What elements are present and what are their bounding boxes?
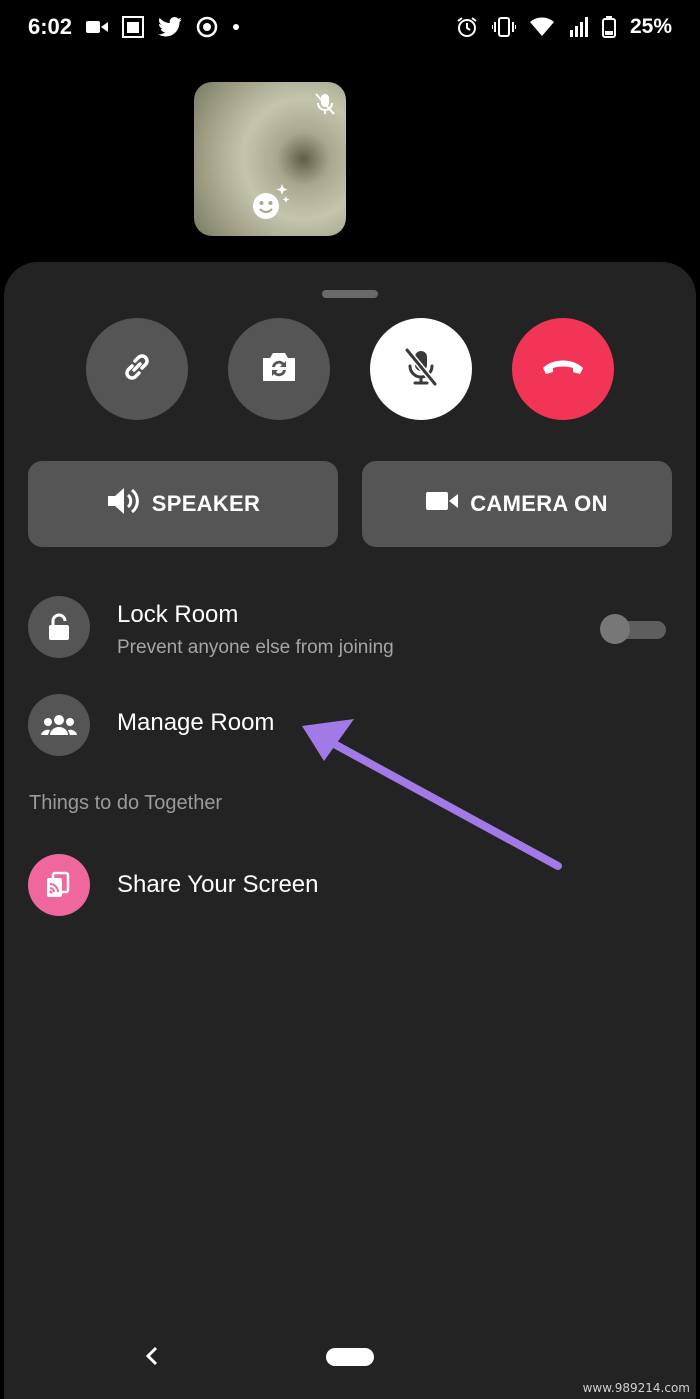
wifi-icon — [529, 17, 554, 37]
photo-icon — [122, 16, 145, 38]
video-icon — [86, 19, 109, 35]
watermark: www.989214.com — [582, 1381, 690, 1395]
lock-icon — [28, 596, 90, 658]
lock-room-subtitle: Prevent anyone else from joining — [117, 637, 394, 658]
dot-icon — [232, 23, 240, 31]
sheet-drag-handle[interactable] — [322, 290, 378, 298]
invite-link-button[interactable] — [86, 318, 188, 420]
self-video-preview[interactable] — [194, 82, 346, 236]
battery-icon — [601, 16, 616, 38]
camera-toggle-button[interactable]: CAMERA ON — [362, 461, 672, 547]
nav-back-icon[interactable] — [138, 1342, 166, 1375]
lock-room-toggle[interactable] — [600, 614, 668, 644]
flip-camera-icon — [259, 349, 299, 390]
manage-room-row[interactable]: Manage Room — [4, 694, 696, 756]
nav-home-pill[interactable] — [326, 1348, 374, 1366]
lock-room-title: Lock Room — [117, 601, 239, 628]
section-header: Things to do Together — [29, 792, 223, 814]
end-call-button[interactable] — [512, 318, 614, 420]
speaker-icon — [106, 485, 140, 523]
people-icon — [28, 694, 90, 756]
mic-off-icon — [314, 92, 336, 121]
twitter-icon — [158, 17, 183, 37]
toggle-knob — [600, 614, 630, 644]
status-time: 6:02 — [28, 14, 73, 39]
speaker-label: SPEAKER — [151, 491, 261, 516]
sync-icon — [196, 16, 218, 38]
call-options-sheet: SPEAKER CAMERA ON Lock Room Prevent anyo… — [4, 262, 696, 1399]
share-screen-title: Share Your Screen — [117, 871, 319, 898]
end-call-icon — [540, 356, 586, 383]
screen-share-icon — [28, 854, 90, 916]
effects-icon[interactable] — [250, 182, 290, 227]
link-icon — [117, 347, 157, 392]
manage-room-title: Manage Room — [117, 709, 275, 736]
vibrate-icon — [491, 16, 516, 38]
mic-off-icon — [401, 345, 441, 394]
battery-percent: 25% — [629, 15, 672, 38]
speaker-button[interactable]: SPEAKER — [28, 461, 338, 547]
camera-label: CAMERA ON — [470, 491, 608, 516]
signal-icon — [568, 16, 588, 38]
lock-room-row[interactable]: Lock Room Prevent anyone else from joini… — [4, 592, 696, 662]
flip-camera-button[interactable] — [228, 318, 330, 420]
share-screen-row[interactable]: Share Your Screen — [4, 854, 696, 916]
status-bar: 6:02 25% — [0, 0, 700, 54]
alarm-icon — [456, 16, 478, 38]
mute-button[interactable] — [370, 318, 472, 420]
video-icon — [426, 490, 459, 518]
